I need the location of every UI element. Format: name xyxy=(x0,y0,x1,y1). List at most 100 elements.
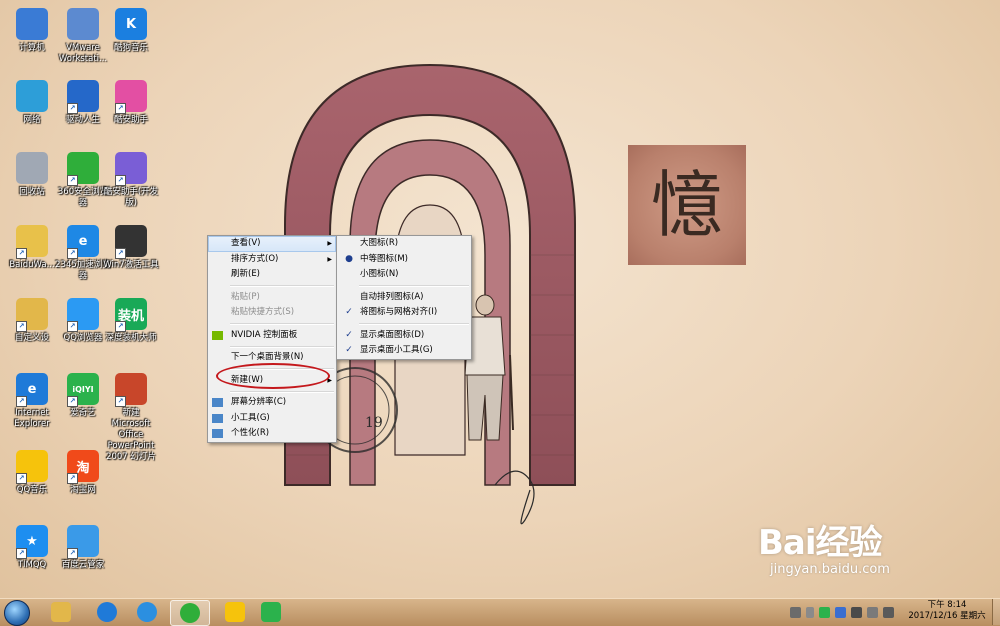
desktop-icon[interactable]: ↗ 百度云管家 xyxy=(55,525,111,571)
desktop-icon[interactable]: K 酷狗音乐 xyxy=(103,8,159,54)
volume-icon[interactable] xyxy=(883,606,894,618)
shortcut-arrow-icon: ↗ xyxy=(67,321,78,332)
menu-item[interactable]: 中等图标(M) ● xyxy=(337,252,471,268)
menu-item[interactable]: NVIDIA 控制面板 xyxy=(208,328,336,344)
menu-item: 粘贴(P) xyxy=(208,290,336,306)
desktop-icon[interactable]: ↗ BaiduWa... xyxy=(4,225,60,271)
system-tray[interactable] xyxy=(790,603,894,621)
checkmark-icon: ✓ xyxy=(345,307,353,317)
menu-item[interactable]: 将图标与网格对齐(I) ✓ xyxy=(337,305,471,321)
menu-item-label: 粘贴(P) xyxy=(231,291,260,302)
menu-item-label: 小图标(N) xyxy=(360,269,399,279)
desktop-icon-label: BaiduWa... xyxy=(9,260,55,270)
action-center-icon[interactable] xyxy=(867,606,878,618)
personalize-icon xyxy=(212,429,223,438)
desktop-icon-image: K xyxy=(115,8,147,40)
menu-item-label: 粘贴快捷方式(S) xyxy=(231,307,295,317)
desktop-icon[interactable]: 计算机 xyxy=(4,8,60,54)
desktop[interactable]: 19 憶 计算机 VMware Workstati... K 酷狗音乐 网络 ↗ 驱动人生 ↗… xyxy=(0,0,1000,598)
menu-item-label: NVIDIA 控制面板 xyxy=(231,329,298,340)
taskbar-button-ie2[interactable] xyxy=(128,600,166,624)
menu-item[interactable]: 刷新(E) xyxy=(208,267,336,283)
desktop-icon-label: 自定义设 xyxy=(14,333,49,343)
desktop-icon[interactable]: 淘 ↗ 淘宝网 xyxy=(55,450,111,496)
keyboard-icon[interactable] xyxy=(790,606,801,618)
desktop-icon-image: 装机 ↗ xyxy=(115,298,147,332)
shortcut-arrow-icon: ↗ xyxy=(115,321,126,332)
desktop-icon-label: 酷安助手 xyxy=(113,115,148,125)
desktop-icon[interactable]: ↗ 新建 Microsoft Office PowerPoint 2007 幻灯片 xyxy=(103,373,159,463)
menu-item[interactable]: 小图标(N) xyxy=(337,267,471,283)
checkmark-icon: ✓ xyxy=(345,345,353,355)
network-icon[interactable] xyxy=(851,606,862,618)
desktop-icon[interactable]: ↗ 酷安助手 xyxy=(103,80,159,126)
desktop-icon[interactable]: 网络 xyxy=(4,80,60,126)
battery-icon[interactable] xyxy=(819,606,830,618)
tray-arrow-icon[interactable] xyxy=(806,606,814,618)
desktop-icon-label: 酷狗音乐 xyxy=(113,43,148,53)
menu-separator xyxy=(230,345,334,348)
desktop-icon[interactable]: ↗ Win7激活工具 xyxy=(103,225,159,271)
shortcut-arrow-icon: ↗ xyxy=(115,396,126,407)
menu-item[interactable]: 显示桌面小工具(G) ✓ xyxy=(337,343,471,359)
seal-character: 憶 xyxy=(650,163,723,247)
menu-item[interactable]: 大图标(R) xyxy=(337,236,471,252)
start-button[interactable] xyxy=(4,600,30,626)
desktop-icon-image: ↗ xyxy=(16,450,48,484)
menu-item[interactable]: 显示桌面图标(D) ✓ xyxy=(337,328,471,344)
menu-item[interactable]: 小工具(G) xyxy=(208,411,336,427)
menu-item[interactable]: 屏幕分辨率(C) xyxy=(208,395,336,411)
taskbar-button-ie[interactable] xyxy=(88,600,126,624)
desktop-icon-image: ↗ xyxy=(67,525,99,559)
menu-separator xyxy=(230,285,334,287)
desktop-icon[interactable]: 回收站 xyxy=(4,152,60,198)
shortcut-arrow-icon: ↗ xyxy=(67,103,78,114)
taskbar-button-iqiyi[interactable] xyxy=(252,600,290,624)
menu-item[interactable]: 自动排列图标(A) xyxy=(337,290,471,306)
shield-icon[interactable] xyxy=(835,606,846,618)
360-browser-icon xyxy=(180,603,200,623)
desktop-icon-label: 百度云管家 xyxy=(61,560,105,570)
desktop-icon-image: ↗ xyxy=(67,152,99,186)
radio-dot-icon: ● xyxy=(345,253,353,264)
iqiyi-icon xyxy=(261,602,281,622)
desktop-context-menu[interactable]: 查看(V) ▶ 排序方式(O) ▶ 刷新(E) 粘贴(P) 粘贴快捷方式(S) NVIDIA … xyxy=(207,235,337,443)
desktop-icon[interactable]: e ↗ Internet Explorer xyxy=(4,373,60,430)
menu-item[interactable]: 查看(V) ▶ xyxy=(208,236,336,252)
shortcut-arrow-icon: ↗ xyxy=(67,175,78,186)
desktop-icon-image xyxy=(16,152,48,184)
wallpaper-seal: 憶 xyxy=(628,145,746,265)
menu-item[interactable]: 排序方式(O) ▶ xyxy=(208,252,336,268)
qq-music-icon xyxy=(225,602,245,622)
menu-item-label: 大图标(R) xyxy=(360,238,399,248)
shortcut-arrow-icon: ↗ xyxy=(67,548,78,559)
shortcut-arrow-icon: ↗ xyxy=(16,248,27,259)
explorer-icon xyxy=(51,602,71,622)
taskbar-clock[interactable]: 下午 8:14 2017/12/16 星期六 xyxy=(905,600,989,622)
menu-item-label: 小工具(G) xyxy=(231,412,270,423)
desktop-icon-image xyxy=(16,80,48,112)
taskbar-button-explorer[interactable] xyxy=(42,600,80,624)
desktop-icon[interactable]: ↗ 酷安助手(开发版) xyxy=(103,152,159,209)
show-desktop-button[interactable] xyxy=(992,599,1000,625)
taskbar-button-qq-music[interactable] xyxy=(216,600,254,624)
menu-item[interactable]: 个性化(R) xyxy=(208,426,336,442)
desktop-icon-label: Internet Explorer xyxy=(14,408,50,429)
submenu-arrow-icon: ▶ xyxy=(327,255,332,263)
shortcut-arrow-icon: ↗ xyxy=(16,396,27,407)
shortcut-arrow-icon: ↗ xyxy=(67,248,78,259)
menu-item-label: 查看(V) xyxy=(231,238,261,248)
shortcut-arrow-icon: ↗ xyxy=(115,175,126,186)
desktop-icon[interactable]: ↗ 自定义设 xyxy=(4,298,60,344)
menu-item-label: 屏幕分辨率(C) xyxy=(231,397,287,407)
desktop-icon[interactable]: ↗ QQ音乐 xyxy=(4,450,60,496)
desktop-icon-label: 酷安助手(开发版) xyxy=(103,187,159,208)
watermark-url: jingyan.baidu.com xyxy=(770,562,890,577)
taskbar-button-360-browser[interactable] xyxy=(170,600,210,626)
desktop-icon-label: 新建 Microsoft Office PowerPoint 2007 幻灯片 xyxy=(106,408,156,462)
menu-separator xyxy=(359,285,469,287)
desktop-icon[interactable]: ★ ↗ TIMQQ xyxy=(4,525,60,571)
view-submenu[interactable]: 大图标(R) 中等图标(M) ● 小图标(N) 自动排列图标(A) 将图标与网格对齐(I)… xyxy=(336,235,472,360)
desktop-icon[interactable]: 装机 ↗ 深度装机大师 xyxy=(103,298,159,344)
menu-item-label: 排序方式(O) xyxy=(231,253,279,264)
